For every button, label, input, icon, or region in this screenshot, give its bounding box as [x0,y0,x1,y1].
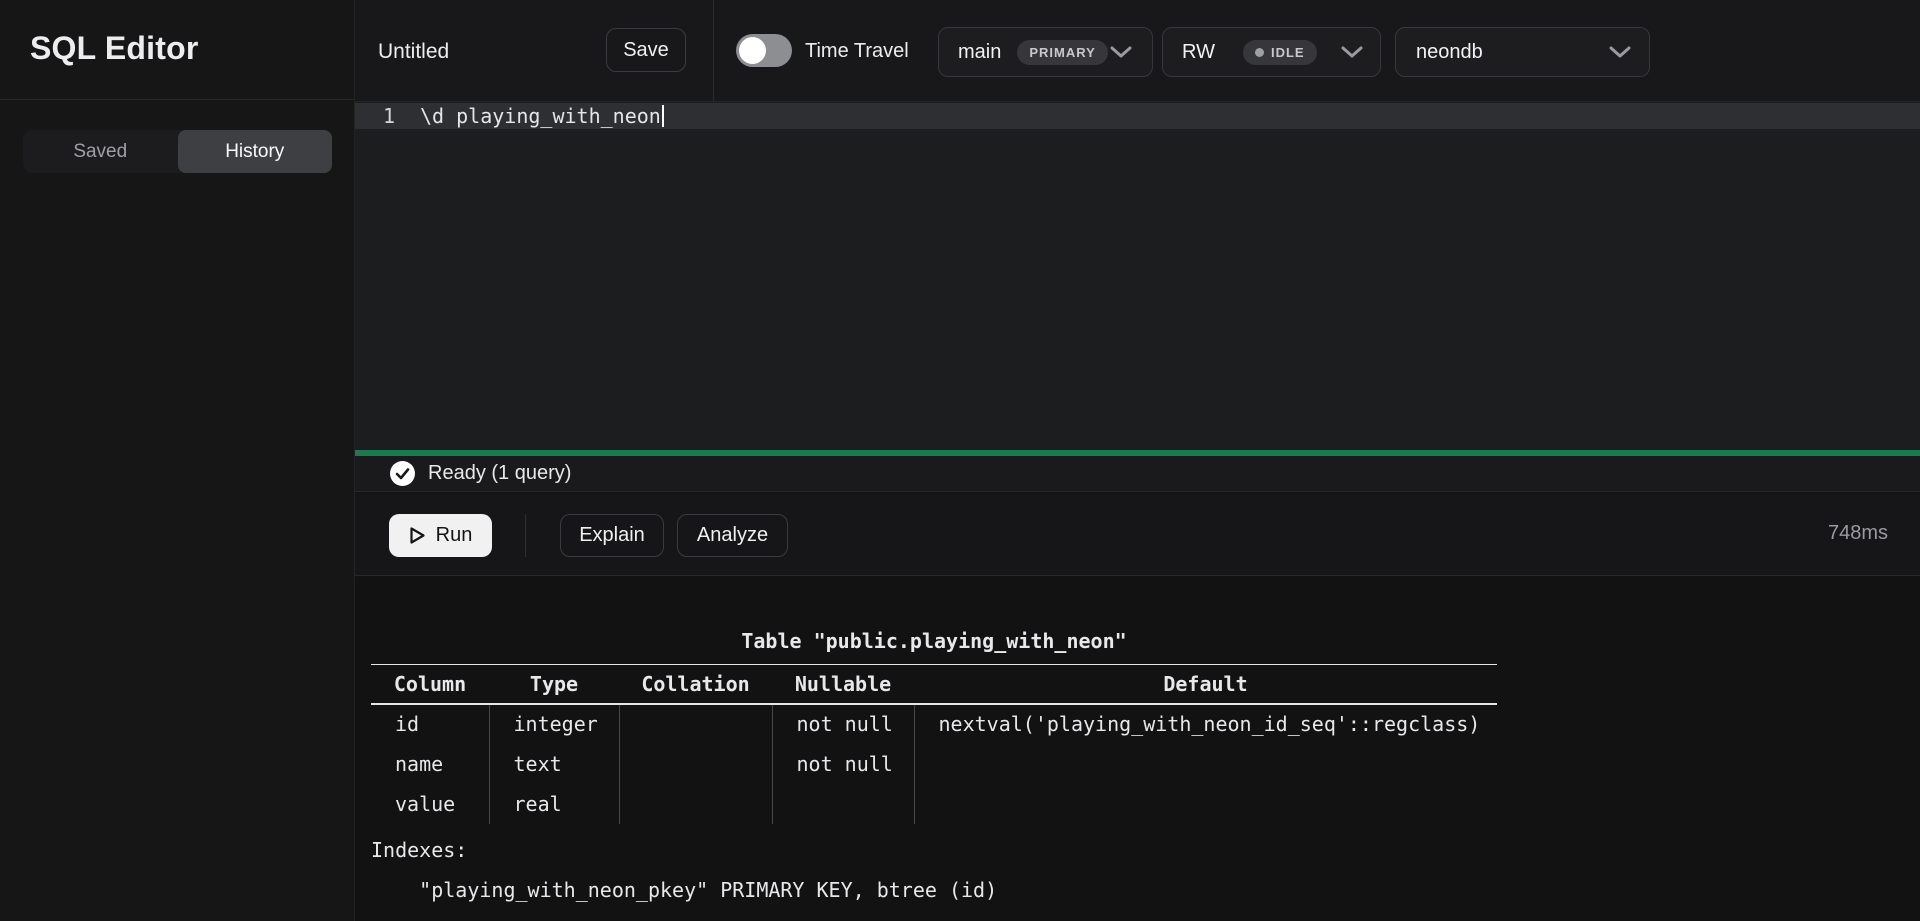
status-message: Ready (1 query) [428,462,571,485]
cell: value [371,784,489,824]
cell [619,784,772,824]
cell: real [489,784,619,824]
run-button[interactable]: Run [389,514,492,557]
tab-saved[interactable]: Saved [23,130,178,173]
save-button[interactable]: Save [606,28,686,72]
result-header-row: Column Type Collation Nullable Default [371,665,1497,704]
cell: not null [772,744,914,784]
play-icon [409,526,426,545]
active-line: 1 \d playing_with_neon [355,103,1920,129]
cell [619,744,772,784]
results-panel: Table "public.playing_with_neon" Column … [355,577,1920,921]
cell [619,704,772,744]
compute-status: IDLE [1271,45,1305,60]
index-definition: "playing_with_neon_pkey" PRIMARY KEY, bt… [371,870,1920,910]
chevron-down-icon [1110,46,1132,58]
code-line: \d playing_with_neon [420,104,661,128]
cell: id [371,704,489,744]
toggle-knob-icon [739,37,766,64]
sql-editor-app: SQL Editor Saved History Untitled Save T… [0,0,1920,921]
chevron-down-icon [1341,46,1363,58]
cell [772,784,914,824]
toolbar-divider [525,514,526,557]
compute-selector[interactable]: RW IDLE [1162,27,1381,77]
branch-selector[interactable]: main PRIMARY [938,27,1153,77]
time-travel-label: Time Travel [805,40,909,63]
chevron-down-icon [1609,46,1631,58]
main-pane: Untitled Save Time Travel main PRIMARY R… [355,0,1920,921]
code-editor[interactable]: 1 \d playing_with_neon [355,102,1920,450]
column-header: Nullable [772,665,914,704]
column-header: Collation [619,665,772,704]
tab-history[interactable]: History [178,130,333,173]
column-header: Type [489,665,619,704]
column-header: Column [371,665,489,704]
database-name: neondb [1416,41,1483,64]
table-row: value real [371,784,1497,824]
status-bar: Ready (1 query) [355,456,1920,492]
cell [914,744,1497,784]
branch-name: main [958,41,1001,64]
database-selector[interactable]: neondb [1395,27,1650,77]
idle-status-badge: IDLE [1243,40,1317,65]
page-title: SQL Editor [30,30,199,67]
line-number: 1 [355,104,395,128]
sidebar: SQL Editor Saved History [0,0,355,921]
saved-history-toggle: Saved History [23,130,332,173]
column-header: Default [914,665,1497,704]
cell [914,784,1497,824]
query-toolbar: Run Explain Analyze 748ms [355,493,1920,576]
result-table: Column Type Collation Nullable Default i… [371,664,1497,824]
editor-topbar: Untitled Save Time Travel main PRIMARY R… [355,0,1920,102]
cell: integer [489,704,619,744]
query-tab-title[interactable]: Untitled [378,40,449,64]
topbar-divider [713,0,714,102]
text-cursor [662,105,664,127]
cell: text [489,744,619,784]
cell: not null [772,704,914,744]
result-table-title: Table "public.playing_with_neon" [371,629,1497,653]
cell: name [371,744,489,784]
analyze-button[interactable]: Analyze [677,514,788,557]
success-check-icon [390,461,415,486]
table-row: name text not null [371,744,1497,784]
query-duration: 748ms [1828,522,1888,545]
cell: nextval('playing_with_neon_id_seq'::regc… [914,704,1497,744]
primary-badge: PRIMARY [1017,40,1107,65]
indexes-label: Indexes: [371,830,1920,870]
run-label: Run [436,524,473,547]
table-row: id integer not null nextval('playing_wit… [371,704,1497,744]
idle-dot-icon [1255,48,1264,57]
indexes-section: Indexes: "playing_with_neon_pkey" PRIMAR… [371,830,1920,910]
time-travel-toggle[interactable] [736,34,792,67]
explain-button[interactable]: Explain [560,514,664,557]
sidebar-header: SQL Editor [0,0,354,100]
compute-name: RW [1182,41,1215,64]
